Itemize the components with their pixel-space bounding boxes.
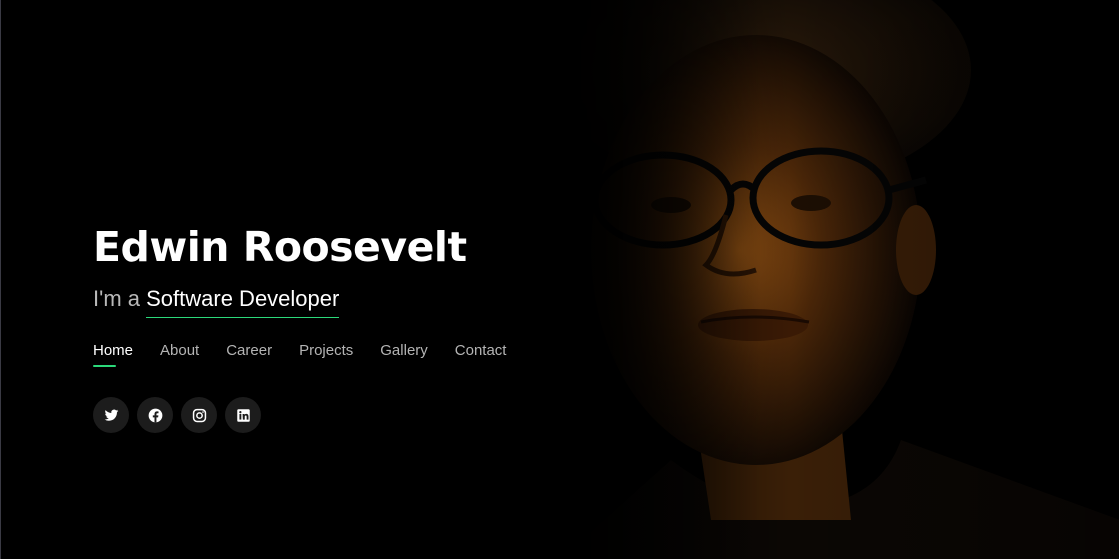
linkedin-button[interactable] bbox=[225, 397, 261, 433]
nav-item-contact[interactable]: Contact bbox=[455, 342, 507, 367]
nav-item-home[interactable]: Home bbox=[93, 342, 133, 367]
main-nav: Home About Career Projects Gallery Conta… bbox=[93, 342, 573, 367]
nav-item-career[interactable]: Career bbox=[226, 342, 272, 367]
facebook-icon bbox=[148, 408, 162, 422]
tagline-prefix: I'm a bbox=[93, 286, 140, 311]
tagline-role: Software Developer bbox=[146, 284, 340, 318]
social-links bbox=[93, 397, 573, 433]
twitter-icon bbox=[104, 409, 118, 421]
linkedin-icon bbox=[236, 408, 250, 422]
twitter-button[interactable] bbox=[93, 397, 129, 433]
nav-item-gallery[interactable]: Gallery bbox=[380, 342, 428, 367]
nav-item-projects[interactable]: Projects bbox=[299, 342, 353, 367]
hero-section: Edwin Roosevelt I'm a Software Developer… bbox=[0, 0, 1119, 559]
hero-content: Edwin Roosevelt I'm a Software Developer… bbox=[93, 222, 573, 433]
hero-tagline: I'm a Software Developer bbox=[93, 284, 573, 318]
portrait-photo bbox=[521, 0, 1119, 559]
hero-name: Edwin Roosevelt bbox=[93, 223, 467, 271]
instagram-icon bbox=[192, 408, 206, 422]
nav-item-about[interactable]: About bbox=[160, 342, 199, 367]
facebook-button[interactable] bbox=[137, 397, 173, 433]
instagram-button[interactable] bbox=[181, 397, 217, 433]
